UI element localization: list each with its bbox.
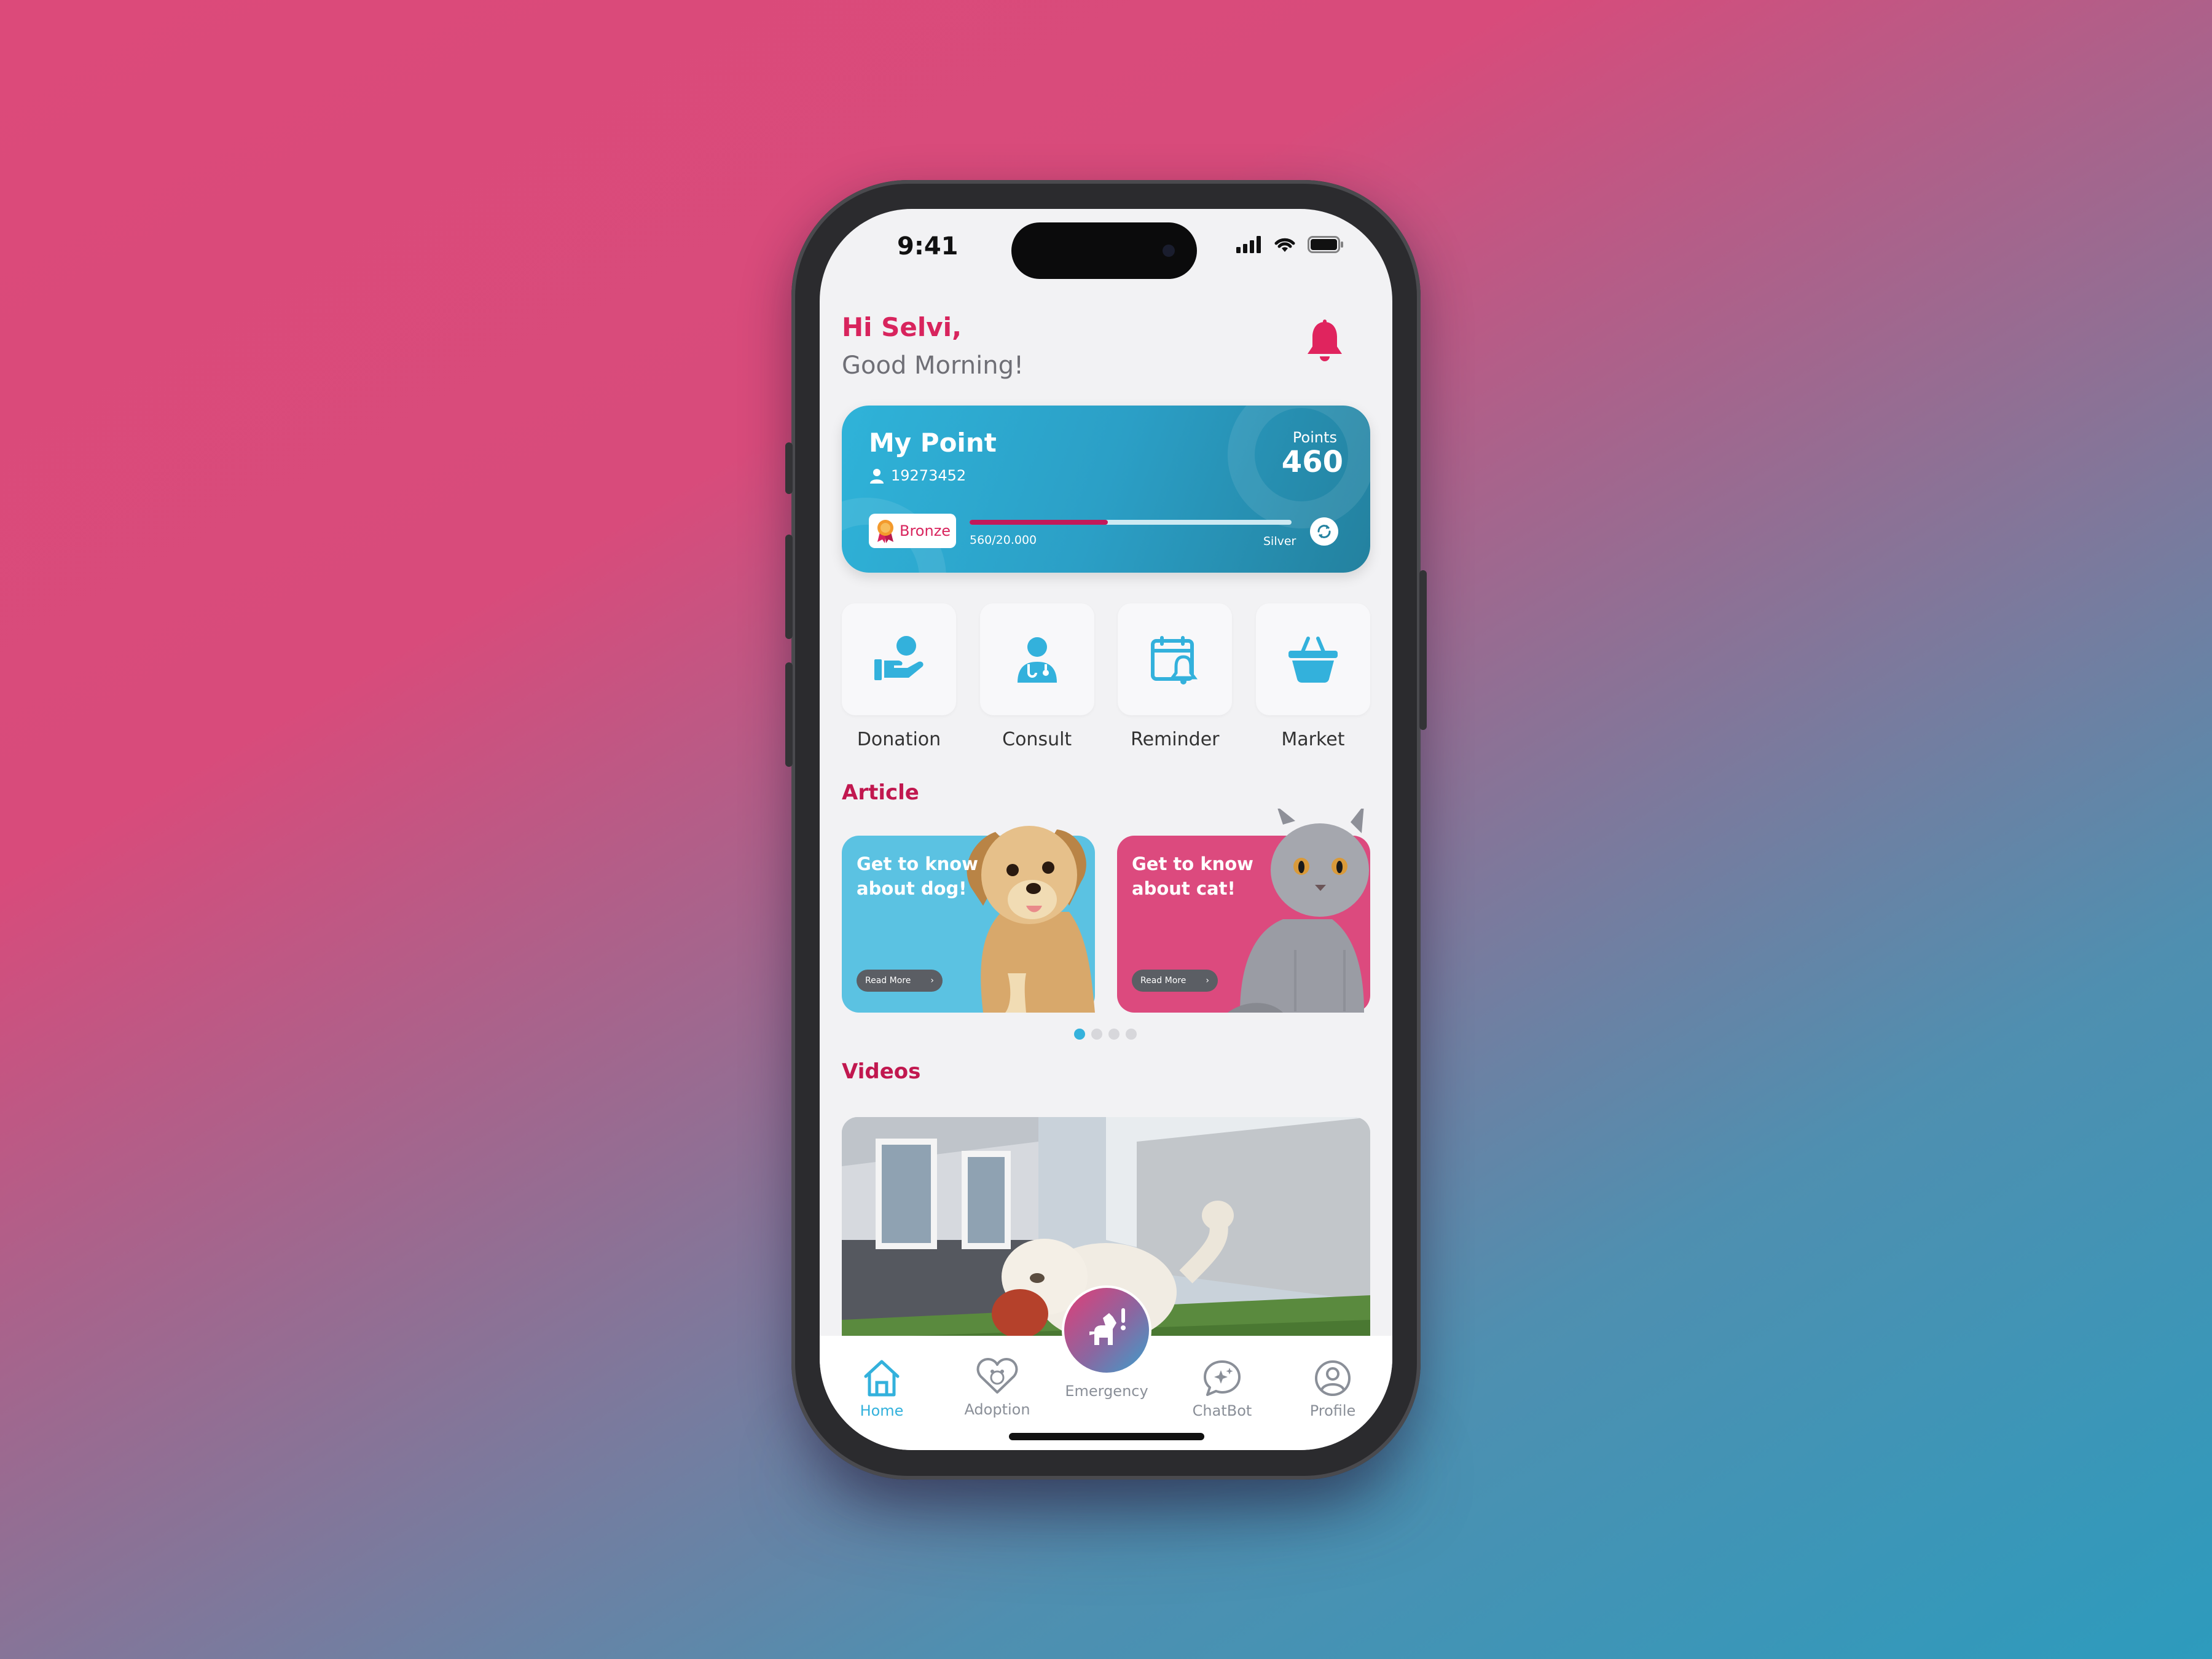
basket-icon (1288, 637, 1338, 683)
tab-chatbot-label: ChatBot (1192, 1402, 1252, 1419)
profile-icon (1315, 1360, 1351, 1396)
videos-section-title: Videos (842, 1059, 921, 1084)
greeting-subtitle: Good Morning! (842, 351, 1024, 380)
read-more-label: Read More (865, 976, 911, 986)
menu-item-consult[interactable]: Consult (979, 603, 1094, 750)
tab-adoption-label: Adoption (964, 1401, 1030, 1418)
donation-tile[interactable] (842, 603, 956, 715)
article-dog-title: Get to know about dog! (857, 853, 978, 899)
tab-chatbot[interactable]: ChatBot (1176, 1359, 1268, 1419)
tier-progress-bar (970, 520, 1292, 525)
consult-label: Consult (1002, 729, 1072, 750)
donation-hand-icon (874, 636, 924, 680)
read-more-label: Read More (1140, 976, 1186, 986)
pagination-dot[interactable] (1108, 1029, 1120, 1040)
pagination-dot[interactable] (1126, 1029, 1137, 1040)
tab-home-label: Home (860, 1402, 904, 1419)
status-icons (1236, 236, 1344, 253)
tier-badge: Bronze (869, 514, 956, 548)
chatbot-icon (1204, 1360, 1241, 1396)
calendar-bell-icon (1151, 636, 1198, 684)
volume-up-button (785, 535, 793, 639)
heart-paw-icon (976, 1358, 1018, 1394)
greeting-title: Hi Selvi, (842, 312, 962, 342)
donation-label: Donation (857, 729, 941, 750)
market-label: Market (1281, 729, 1345, 750)
tab-emergency-label: Emergency (1065, 1382, 1148, 1400)
refresh-points-button[interactable] (1310, 517, 1338, 546)
member-id: 19273452 (869, 467, 966, 484)
tab-home[interactable]: Home (836, 1359, 928, 1419)
article-section-title: Article (842, 780, 919, 805)
reminder-label: Reminder (1131, 729, 1220, 750)
tab-profile[interactable]: Profile (1287, 1359, 1379, 1419)
carousel-pagination[interactable] (1074, 1029, 1137, 1040)
member-id-value: 19273452 (891, 467, 967, 484)
battery-icon (1308, 236, 1343, 253)
read-more-button[interactable]: Read More › (1132, 970, 1218, 992)
article-card-cat[interactable]: Get to know about cat! Read More › (1117, 809, 1370, 1013)
menu-item-market[interactable]: Market (1255, 603, 1370, 750)
medal-icon (877, 520, 893, 543)
user-icon (870, 469, 884, 484)
my-point-card[interactable]: My Point 19273452 Points 460 Bronze 560/… (842, 406, 1370, 573)
home-icon (864, 1360, 900, 1397)
dynamic-island (1011, 222, 1197, 279)
refresh-icon (1317, 525, 1331, 538)
tab-profile-label: Profile (1309, 1402, 1356, 1419)
tier-label: Bronze (900, 522, 951, 539)
dog-alert-icon (1089, 1308, 1126, 1345)
app-screen: 9:41 Hi Selvi, Good Morning! My Point 19… (820, 209, 1392, 1450)
wifi-icon (1274, 238, 1295, 252)
pagination-dot[interactable] (1091, 1029, 1102, 1040)
pagination-dot[interactable] (1074, 1029, 1085, 1040)
menu-item-reminder[interactable]: Reminder (1118, 603, 1233, 750)
home-indicator (1009, 1433, 1204, 1440)
article-cat-title: Get to know about cat! (1132, 853, 1253, 899)
chevron-right-icon: › (930, 976, 934, 986)
consult-tile[interactable] (979, 603, 1094, 715)
menu-item-donation[interactable]: Donation (842, 603, 956, 750)
cat-photo (1228, 809, 1369, 1013)
my-point-title: My Point (869, 428, 997, 458)
emergency-button[interactable] (1062, 1285, 1151, 1375)
read-more-button[interactable]: Read More › (857, 970, 943, 992)
tab-adoption[interactable]: Adoption (951, 1357, 1043, 1418)
signal-icon (1236, 236, 1261, 253)
chevron-right-icon: › (1206, 976, 1209, 986)
progress-text: 560/20.000 (970, 533, 1037, 547)
notification-bell-icon[interactable] (1305, 320, 1344, 366)
power-button (1419, 570, 1427, 730)
article-card-dog[interactable]: Get to know about dog! Read More › (842, 826, 1095, 1013)
tier-progress-fill (970, 520, 1108, 525)
doctor-icon (1017, 637, 1057, 683)
status-time: 9:41 (897, 232, 959, 261)
dog-photo (967, 826, 1095, 1013)
points-label: Points (1292, 429, 1337, 446)
next-tier-label: Silver (1263, 535, 1296, 548)
quick-menu: Donation Consult Reminder Market (842, 603, 1370, 750)
mute-switch (785, 442, 793, 494)
points-value: 460 (1281, 445, 1343, 479)
market-tile[interactable] (1255, 603, 1370, 715)
reminder-tile[interactable] (1118, 603, 1233, 715)
volume-down-button (785, 662, 793, 767)
